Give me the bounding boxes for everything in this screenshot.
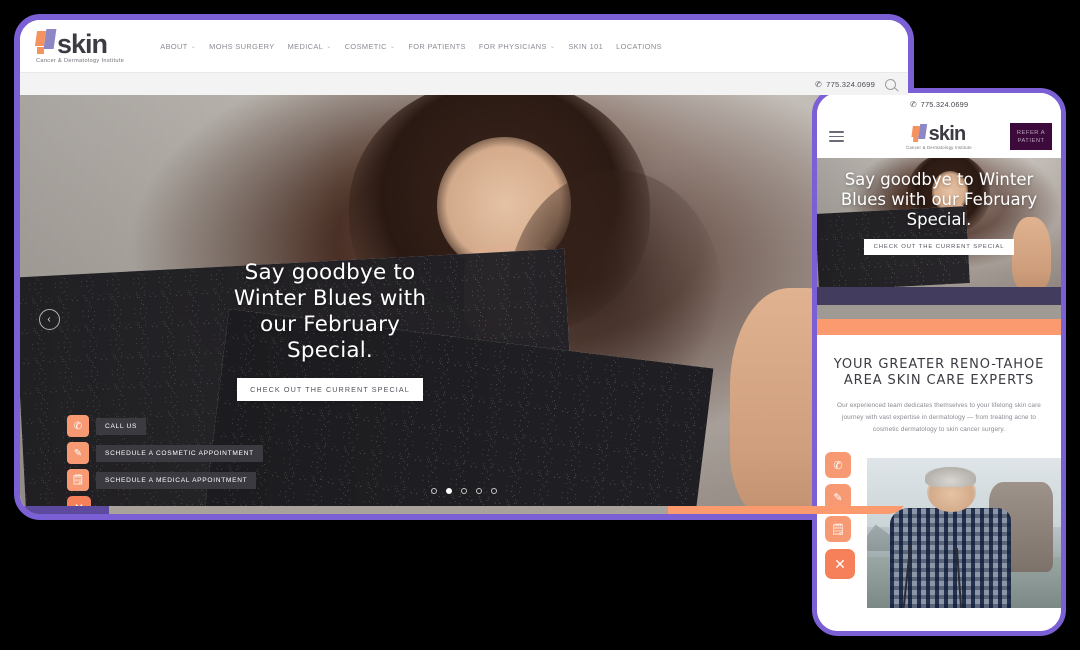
phone-icon: ✆ bbox=[67, 415, 89, 437]
nav-label: FOR PATIENTS bbox=[408, 41, 466, 51]
mobile-site-header: skin Cancer & Dermatology Institute REFE… bbox=[817, 115, 1061, 158]
mobile-quick-action-close-button[interactable]: ✕ bbox=[825, 549, 855, 579]
mobile-hero-copy: Say goodbye to Winter Blues with our Feb… bbox=[817, 170, 1061, 255]
carousel-dot[interactable] bbox=[491, 488, 497, 494]
refer-a-patient-button[interactable]: REFER A PATIENT bbox=[1010, 123, 1052, 150]
carousel-dot[interactable] bbox=[476, 488, 482, 494]
nav-item-locations[interactable]: LOCATIONS bbox=[616, 42, 662, 51]
mobile-viewport: ✆ 775.324.0699 skin Cancer & Dermatology… bbox=[817, 93, 1061, 631]
nav-item-about[interactable]: ABOUT ⌄ bbox=[160, 42, 196, 51]
desktop-utility-bar: ✆ 775.324.0699 bbox=[20, 72, 908, 95]
desktop-bottom-stripes bbox=[20, 506, 908, 514]
carousel-dot[interactable] bbox=[431, 488, 437, 494]
desktop-phone-link[interactable]: ✆ 775.324.0699 bbox=[814, 78, 875, 90]
desktop-hero-carousel: Say goodbye to Winter Blues with our Feb… bbox=[20, 95, 908, 514]
phone-icon[interactable]: ✆ bbox=[825, 452, 851, 478]
phone-icon: ✆ bbox=[814, 78, 824, 90]
mobile-hero-headline: Say goodbye to Winter Blues with our Feb… bbox=[840, 170, 1038, 229]
mobile-phone-link[interactable]: ✆ 775.324.0699 bbox=[817, 93, 1061, 115]
quick-action-cosmetic-label[interactable]: SCHEDULE A COSMETIC APPOINTMENT bbox=[96, 444, 263, 462]
section-heading: YOUR GREATER RENO-TAHOE AREA SKIN CARE E… bbox=[833, 357, 1045, 388]
desktop-quick-action-stack: ✆ CALL US ✎ SCHEDULE A COSMETIC APPOINTM… bbox=[67, 415, 263, 514]
mobile-content-photo bbox=[867, 458, 1061, 608]
stripe-purple bbox=[20, 506, 109, 514]
nav-item-mohs-surgery[interactable]: MOHS SURGERY bbox=[209, 42, 274, 51]
quick-action-call[interactable]: ✆ CALL US bbox=[67, 415, 263, 437]
mobile-intro-section: YOUR GREATER RENO-TAHOE AREA SKIN CARE E… bbox=[817, 335, 1061, 436]
nav-item-for-physicians[interactable]: FOR PHYSICIANS ⌄ bbox=[479, 42, 555, 51]
logo-row: skin bbox=[34, 28, 124, 59]
screenshot-stage: skin Cancer & Dermatology Institute ABOU… bbox=[0, 0, 1080, 650]
carousel-prev-button[interactable]: ‹ bbox=[39, 309, 60, 330]
site-logo[interactable]: skin Cancer & Dermatology Institute bbox=[34, 28, 125, 64]
quick-action-call-label[interactable]: CALL US bbox=[96, 417, 147, 435]
quick-action-cosmetic[interactable]: ✎ SCHEDULE A COSMETIC APPOINTMENT bbox=[67, 442, 263, 464]
nav-label: MEDICAL bbox=[287, 41, 324, 51]
logo-mark-icon bbox=[34, 28, 57, 55]
mobile-lower-area: ✆ ✎ 🗒 ✕ bbox=[817, 450, 1061, 618]
logo-tagline: Cancer & Dermatology Institute bbox=[36, 57, 125, 64]
nav-label: ABOUT bbox=[160, 41, 188, 51]
hero-headline: Say goodbye to Winter Blues with our Feb… bbox=[233, 260, 427, 363]
band-gray bbox=[817, 305, 1061, 319]
desktop-site-header: skin Cancer & Dermatology Institute ABOU… bbox=[20, 20, 908, 72]
section-body-text: Our experienced team dedicates themselve… bbox=[837, 402, 1041, 433]
mobile-phone-mockup: ✆ 775.324.0699 skin Cancer & Dermatology… bbox=[812, 88, 1066, 636]
mobile-hero: Say goodbye to Winter Blues with our Feb… bbox=[817, 158, 1061, 287]
nav-item-medical[interactable]: MEDICAL ⌄ bbox=[288, 42, 332, 51]
logo-wordmark: skin bbox=[57, 28, 108, 59]
nav-label: LOCATIONS bbox=[616, 41, 662, 51]
phone-number: 775.324.0699 bbox=[826, 79, 875, 89]
nav-item-cosmetic[interactable]: COSMETIC ⌄ bbox=[345, 42, 396, 51]
logo-wordmark: skin bbox=[928, 122, 967, 145]
quick-action-medical-label[interactable]: SCHEDULE A MEDICAL APPOINTMENT bbox=[96, 471, 257, 489]
logo-row: skin bbox=[911, 122, 967, 145]
desktop-viewport: skin Cancer & Dermatology Institute ABOU… bbox=[20, 20, 908, 514]
nav-label: COSMETIC bbox=[344, 41, 387, 51]
calendar-icon[interactable]: 🗒 bbox=[825, 516, 851, 542]
mobile-phone-number: 775.324.0699 bbox=[920, 99, 969, 109]
chevron-down-icon: ⌄ bbox=[326, 43, 332, 50]
hero-cta-button[interactable]: CHECK OUT THE CURRENT SPECIAL bbox=[237, 378, 423, 401]
mobile-site-logo[interactable]: skin Cancer & Dermatology Institute bbox=[906, 122, 972, 150]
quick-action-medical[interactable]: 🗒 SCHEDULE A MEDICAL APPOINTMENT bbox=[67, 469, 263, 491]
refer-line-2: PATIENT bbox=[1017, 138, 1045, 144]
logo-mark-icon bbox=[911, 123, 928, 143]
chevron-down-icon: ⌄ bbox=[389, 43, 396, 50]
desktop-browser-mockup: skin Cancer & Dermatology Institute ABOU… bbox=[14, 14, 914, 520]
search-icon[interactable] bbox=[885, 78, 896, 90]
stripe-gray bbox=[108, 506, 669, 514]
mobile-hero-cta-button[interactable]: CHECK OUT THE CURRENT SPECIAL bbox=[863, 239, 1015, 255]
pen-icon: ✎ bbox=[67, 442, 89, 464]
carousel-dot[interactable] bbox=[461, 488, 467, 494]
stripe-orange bbox=[668, 506, 908, 514]
band-orange bbox=[817, 319, 1061, 335]
desktop-main-nav: ABOUT ⌄ MOHS SURGERY MEDICAL ⌄ COSMETIC … bbox=[160, 42, 662, 51]
hero-copy-block: Say goodbye to Winter Blues with our Feb… bbox=[215, 260, 445, 401]
nav-label: SKIN 101 bbox=[568, 41, 604, 51]
nav-label: MOHS SURGERY bbox=[209, 41, 275, 51]
nav-item-for-patients[interactable]: FOR PATIENTS bbox=[408, 42, 466, 51]
logo-tagline: Cancer & Dermatology Institute bbox=[906, 144, 972, 150]
chevron-down-icon: ⌄ bbox=[190, 43, 197, 50]
photo-hair bbox=[925, 467, 976, 487]
mobile-quick-action-stack: ✆ ✎ 🗒 ✕ bbox=[825, 452, 855, 579]
chevron-down-icon: ⌄ bbox=[549, 43, 556, 50]
nav-item-skin-101[interactable]: SKIN 101 bbox=[568, 42, 603, 51]
phone-icon: ✆ bbox=[908, 98, 918, 110]
band-purple bbox=[817, 287, 1061, 305]
chevron-left-icon: ‹ bbox=[47, 313, 51, 325]
carousel-dot-active[interactable] bbox=[446, 488, 452, 494]
nav-label: FOR PHYSICIANS bbox=[478, 41, 547, 51]
hamburger-menu-icon[interactable] bbox=[829, 131, 844, 142]
calendar-icon: 🗒 bbox=[67, 469, 89, 491]
refer-line-1: REFER A bbox=[1016, 130, 1046, 136]
carousel-dots bbox=[431, 488, 497, 494]
